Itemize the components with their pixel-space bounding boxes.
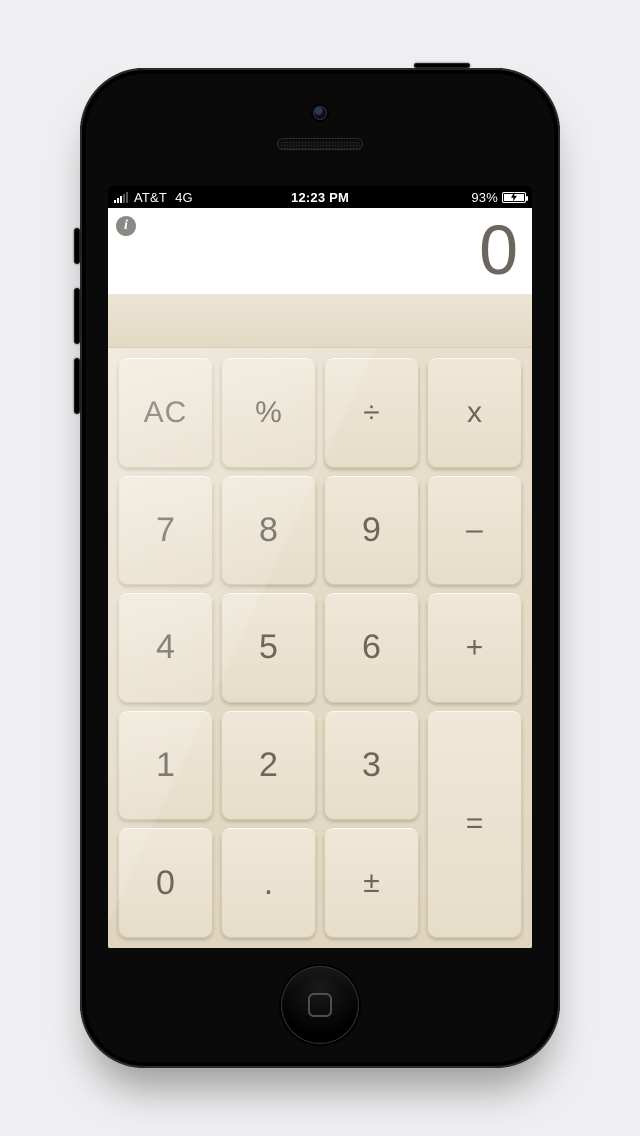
key-9[interactable]: 9	[324, 476, 419, 586]
key-multiply[interactable]: x	[427, 358, 522, 468]
key-0[interactable]: 0	[118, 828, 213, 938]
display-bevel	[108, 294, 532, 348]
power-button[interactable]	[414, 63, 470, 68]
key-ac[interactable]: AC	[118, 358, 213, 468]
key-7[interactable]: 7	[118, 476, 213, 586]
front-camera	[313, 106, 327, 120]
home-button[interactable]	[281, 966, 359, 1044]
key-plusminus[interactable]: ±	[324, 828, 419, 938]
clock: 12:23 PM	[108, 190, 532, 205]
key-minus[interactable]: –	[427, 476, 522, 586]
key-4[interactable]: 4	[118, 593, 213, 703]
signal-icon	[114, 191, 128, 203]
key-decimal[interactable]: .	[221, 828, 316, 938]
home-icon	[308, 993, 332, 1017]
phone-frame: AT&T 4G 12:23 PM 93% i 0 AC % ÷	[80, 68, 560, 1068]
battery-icon	[502, 192, 526, 203]
key-2[interactable]: 2	[221, 711, 316, 821]
screen: AT&T 4G 12:23 PM 93% i 0 AC % ÷	[108, 186, 532, 948]
mute-switch[interactable]	[74, 228, 80, 264]
volume-down-button[interactable]	[74, 358, 80, 414]
key-1[interactable]: 1	[118, 711, 213, 821]
key-6[interactable]: 6	[324, 593, 419, 703]
key-8[interactable]: 8	[221, 476, 316, 586]
key-divide[interactable]: ÷	[324, 358, 419, 468]
carrier-label: AT&T	[134, 190, 167, 205]
speaker-grille	[277, 138, 363, 150]
key-5[interactable]: 5	[221, 593, 316, 703]
keypad: AC % ÷ x 7 8 9 – 4 5 6 + 1 2 3 = 0 . ±	[108, 348, 532, 948]
info-icon[interactable]: i	[116, 216, 136, 236]
key-percent[interactable]: %	[221, 358, 316, 468]
key-plus[interactable]: +	[427, 593, 522, 703]
battery-pct: 93%	[471, 190, 498, 205]
volume-up-button[interactable]	[74, 288, 80, 344]
network-label: 4G	[175, 190, 193, 205]
display: i 0	[108, 208, 532, 294]
status-bar: AT&T 4G 12:23 PM 93%	[108, 186, 532, 208]
display-value: 0	[479, 208, 532, 294]
key-3[interactable]: 3	[324, 711, 419, 821]
key-equals[interactable]: =	[427, 711, 522, 938]
